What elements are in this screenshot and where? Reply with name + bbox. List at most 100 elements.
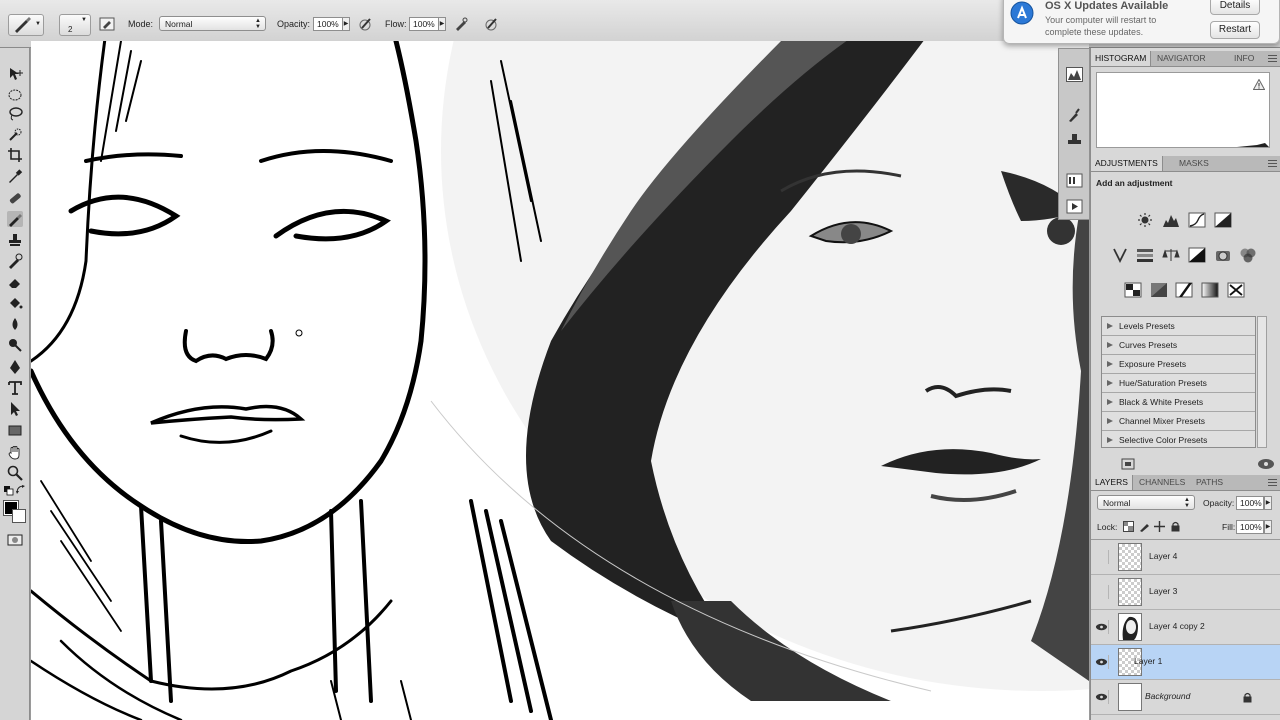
presets-scrollbar[interactable] [1257, 316, 1267, 448]
brush-tool-icon[interactable] [7, 211, 23, 227]
brush-preset-picker[interactable]: 2 ▼ [59, 14, 91, 36]
lock-transparent-icon[interactable] [1123, 521, 1134, 532]
opacity-label: Opacity: [277, 19, 311, 29]
eraser-tool-icon[interactable] [7, 274, 23, 290]
opacity-field[interactable]: 100% [313, 17, 343, 31]
clone-stamp-tool-icon[interactable] [7, 232, 23, 248]
flow-slider-arrow[interactable]: ▶ [438, 17, 446, 31]
vibrance-icon[interactable] [1111, 247, 1129, 263]
clip-to-layer-icon[interactable] [1121, 458, 1135, 470]
threshold-icon[interactable] [1175, 282, 1193, 298]
restart-button[interactable]: Restart [1210, 21, 1260, 39]
visibility-off-box[interactable] [1095, 585, 1109, 599]
exposure-icon[interactable] [1214, 212, 1232, 228]
selective-color-icon[interactable] [1227, 282, 1245, 298]
layer-row[interactable]: Layer 4 copy 2 [1091, 610, 1280, 645]
brightness-contrast-icon[interactable] [1136, 212, 1154, 228]
photoshop-window: ▼ 2 ▼ Mode: Normal ▲ ▼ Opacity: 100% ▶ Fl… [0, 0, 1280, 720]
panel-menu-icon[interactable] [1268, 160, 1277, 167]
zoom-tool-icon[interactable] [7, 465, 23, 481]
preset-item[interactable]: Levels Presets [1102, 317, 1255, 336]
curves-icon[interactable] [1188, 212, 1206, 228]
eye-icon[interactable] [1095, 690, 1109, 704]
histogram-icon[interactable] [1066, 67, 1083, 82]
background-color-swatch[interactable] [12, 509, 26, 523]
airbrush-icon[interactable] [453, 16, 469, 32]
hue-saturation-icon[interactable] [1136, 247, 1154, 263]
visibility-toggle-icon[interactable] [1257, 458, 1275, 470]
actions-icon[interactable] [1066, 173, 1083, 188]
preset-item[interactable]: Black & White Presets [1102, 393, 1255, 412]
path-selection-tool-icon[interactable] [7, 401, 23, 417]
black-white-icon[interactable] [1188, 247, 1206, 263]
pen-tool-icon[interactable] [7, 359, 23, 375]
brush-presets-icon[interactable] [1066, 107, 1083, 122]
preset-item[interactable]: Hue/Saturation Presets [1102, 374, 1255, 393]
mode-select[interactable]: Normal ▲ ▼ [159, 16, 266, 31]
crop-tool-icon[interactable] [7, 147, 23, 163]
tab-channels[interactable]: CHANNELS [1135, 475, 1189, 490]
layer-row[interactable]: Background [1091, 680, 1280, 715]
preset-item[interactable]: Curves Presets [1102, 336, 1255, 355]
lock-position-icon[interactable] [1154, 521, 1165, 532]
photo-filter-icon[interactable] [1214, 247, 1232, 263]
pressure-opacity-icon[interactable] [357, 16, 373, 32]
tab-layers[interactable]: LAYERS [1091, 475, 1133, 490]
blur-tool-icon[interactable] [7, 316, 23, 332]
tab-adjustments[interactable]: ADJUSTMENTS [1091, 156, 1163, 171]
lock-all-icon[interactable] [1171, 521, 1180, 532]
hand-tool-icon[interactable] [7, 444, 23, 460]
layer-opacity-arrow[interactable]: ▶ [1264, 496, 1272, 510]
swap-colors-icon[interactable] [16, 485, 26, 495]
layer-opacity-field[interactable]: 100% [1236, 496, 1264, 510]
healing-brush-tool-icon[interactable] [7, 190, 23, 206]
gradient-map-icon[interactable] [1201, 282, 1219, 298]
channel-mixer-icon[interactable] [1239, 247, 1257, 263]
tab-info[interactable]: INFO [1230, 51, 1258, 66]
visibility-off-box[interactable] [1095, 550, 1109, 564]
posterize-icon[interactable] [1150, 282, 1168, 298]
clone-source-icon[interactable] [1066, 133, 1083, 148]
rectangle-tool-icon[interactable] [7, 422, 23, 438]
preset-item[interactable]: Exposure Presets [1102, 355, 1255, 374]
levels-icon[interactable] [1162, 212, 1180, 228]
tab-paths[interactable]: PATHS [1192, 475, 1227, 490]
default-colors-icon[interactable] [4, 486, 14, 496]
opacity-slider-arrow[interactable]: ▶ [342, 17, 350, 31]
quick-mask-icon[interactable] [7, 532, 23, 548]
tab-histogram[interactable]: HISTOGRAM [1091, 51, 1152, 66]
tool-preset-picker[interactable]: ▼ [8, 14, 44, 36]
eye-icon[interactable] [1095, 655, 1109, 669]
paint-bucket-tool-icon[interactable] [7, 295, 23, 311]
preset-item[interactable]: Channel Mixer Presets [1102, 412, 1255, 431]
quick-selection-tool-icon[interactable] [7, 127, 23, 143]
marquee-tool-icon[interactable] [7, 87, 23, 103]
layer-row[interactable]: Layer 4 [1091, 540, 1280, 575]
layer-row-selected[interactable]: Layer 1 [1091, 645, 1280, 680]
tab-navigator[interactable]: NAVIGATOR [1153, 51, 1210, 66]
tab-masks[interactable]: MASKS [1175, 156, 1213, 171]
dodge-tool-icon[interactable] [7, 337, 23, 353]
eyedropper-tool-icon[interactable] [7, 168, 23, 184]
panel-menu-icon[interactable] [1268, 55, 1277, 62]
layer-row[interactable]: Layer 3 [1091, 575, 1280, 610]
pressure-size-icon[interactable] [483, 16, 499, 32]
lock-pixels-icon[interactable] [1139, 521, 1150, 532]
brush-panel-toggle-icon[interactable] [99, 16, 115, 32]
history-brush-tool-icon[interactable] [7, 253, 23, 269]
layer-blend-mode-select[interactable]: Normal ▲ ▼ [1097, 495, 1195, 510]
type-tool-icon[interactable] [7, 380, 23, 396]
document-canvas[interactable] [31, 41, 1089, 720]
eye-icon[interactable] [1095, 620, 1109, 634]
fill-field[interactable]: 100% [1236, 520, 1264, 534]
flow-field[interactable]: 100% [409, 17, 439, 31]
play-action-icon[interactable] [1066, 199, 1083, 214]
move-tool-icon[interactable] [7, 66, 23, 82]
invert-icon[interactable] [1124, 282, 1142, 298]
details-button[interactable]: Details [1210, 0, 1260, 15]
fill-arrow[interactable]: ▶ [1264, 520, 1272, 534]
preset-item[interactable]: Selective Color Presets [1102, 431, 1255, 450]
color-balance-icon[interactable] [1162, 247, 1180, 263]
lasso-tool-icon[interactable] [7, 106, 23, 122]
panel-menu-icon[interactable] [1268, 479, 1277, 486]
